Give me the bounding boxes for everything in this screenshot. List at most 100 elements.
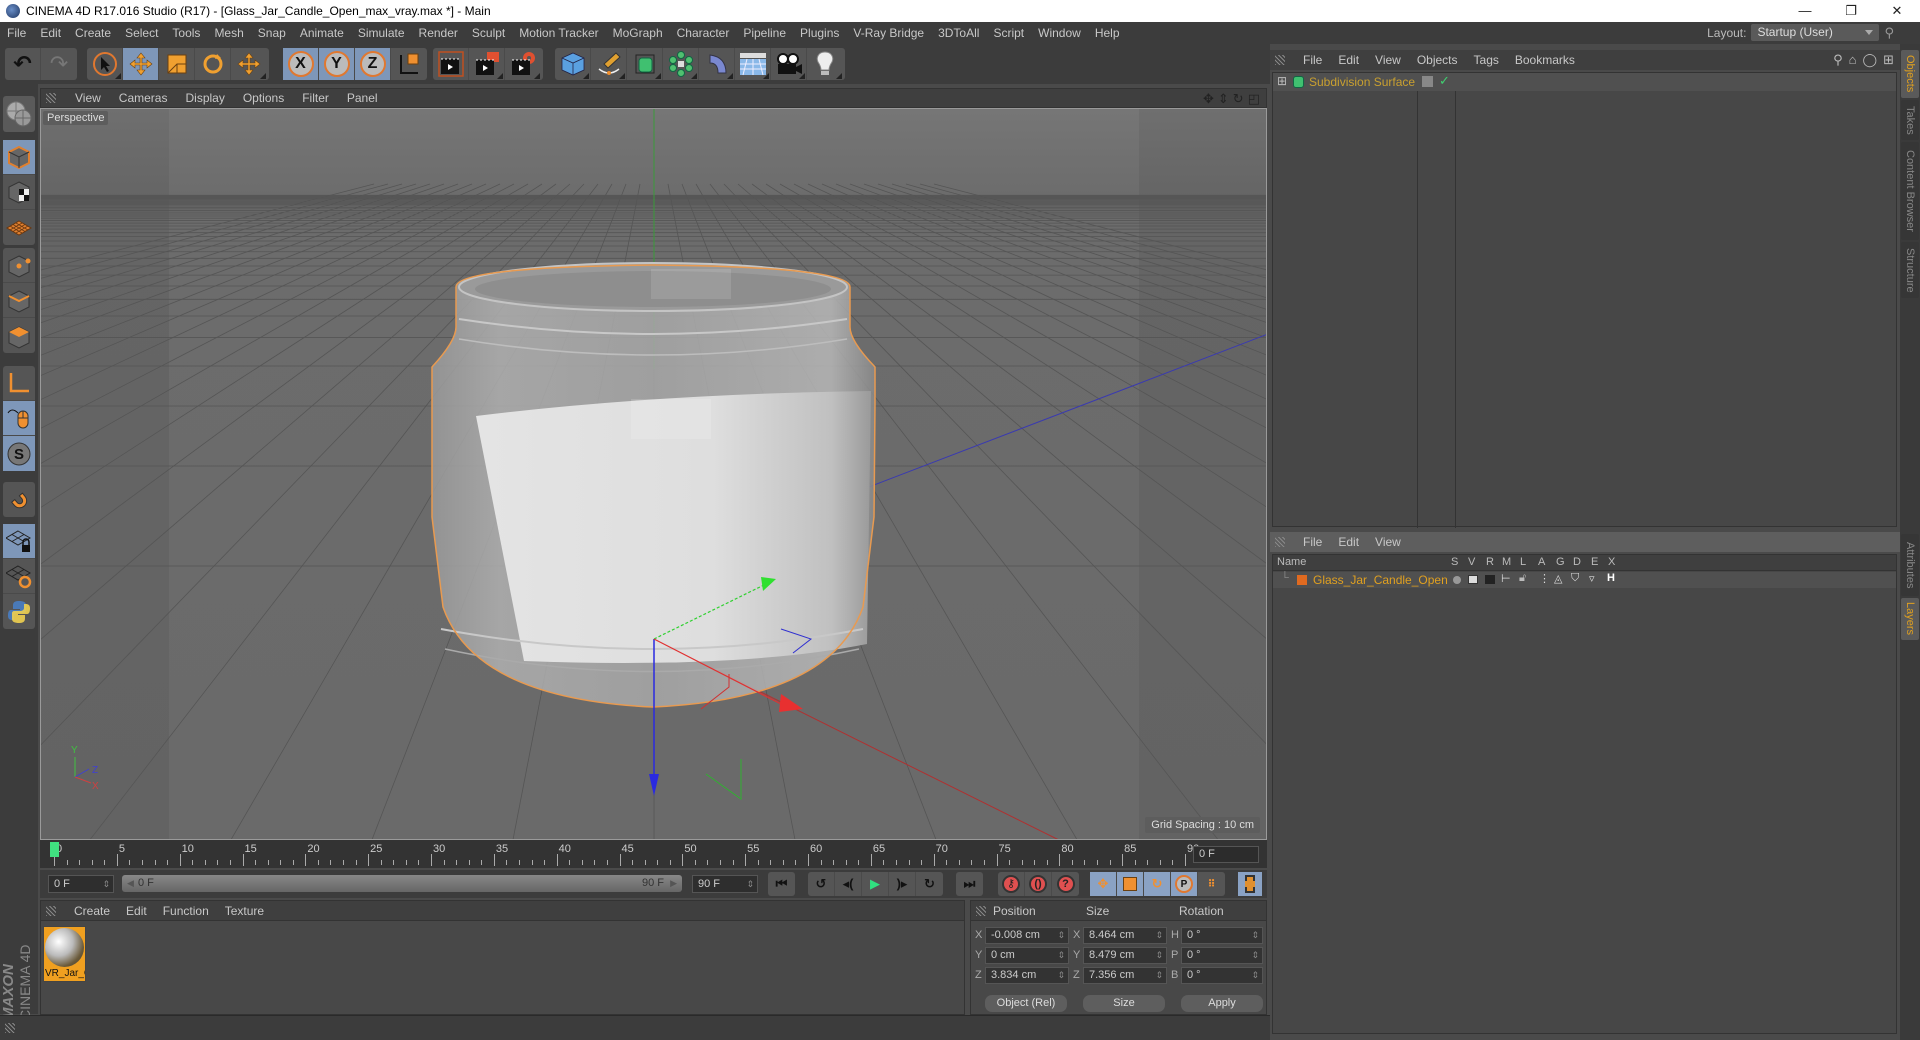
menu-simulate[interactable]: Simulate — [351, 26, 412, 40]
animation-icon[interactable]: ⋮ — [1539, 572, 1550, 585]
objects-menu-file[interactable]: File — [1295, 53, 1330, 67]
redo-button[interactable]: ↷ — [41, 48, 77, 80]
playhead[interactable] — [50, 842, 59, 857]
previous-key-button[interactable]: ↺ — [808, 872, 835, 896]
column-manager[interactable]: M — [1502, 556, 1511, 568]
frame-ruler[interactable]: 051015202530354045505560657075808590 — [48, 840, 1199, 868]
column-deformers[interactable]: D — [1573, 556, 1581, 568]
expression-cup-icon[interactable]: ▿ — [1589, 572, 1595, 585]
layers-menu-view[interactable]: View — [1367, 535, 1409, 549]
size-x-field[interactable]: 8.464 cm — [1083, 927, 1167, 944]
panel-grip[interactable] — [1275, 55, 1285, 65]
tab-attributes[interactable]: Attributes — [1901, 534, 1919, 596]
xref-icon[interactable]: H — [1607, 572, 1615, 584]
range-left-arrow-icon[interactable]: ◀ — [127, 875, 134, 892]
render-view-button[interactable] — [433, 48, 469, 80]
rotation-b-field[interactable]: 0 ° — [1181, 967, 1263, 984]
lock-icon[interactable]: 🔓︎ — [1519, 572, 1526, 585]
menu-window[interactable]: Window — [1031, 26, 1088, 40]
points-mode-button[interactable] — [3, 248, 35, 283]
material-menu-function[interactable]: Function — [155, 904, 217, 918]
viewport-menu-filter[interactable]: Filter — [293, 91, 338, 105]
spinner-icon[interactable]: ⇕ — [102, 876, 110, 892]
column-locked[interactable]: L — [1520, 556, 1526, 568]
axis-mode-button[interactable] — [3, 366, 35, 401]
generator-icon[interactable]: ◬ — [1554, 572, 1562, 585]
menu-sculpt[interactable]: Sculpt — [465, 26, 512, 40]
x-axis-lock-button[interactable]: X — [283, 48, 319, 80]
material-swatch[interactable]: VR_Jar_C — [43, 926, 86, 982]
range-right-arrow-icon[interactable]: ▶ — [670, 875, 677, 892]
tab-structure[interactable]: Structure — [1901, 242, 1919, 298]
position-y-field[interactable]: 0 cm — [985, 947, 1069, 964]
apply-button[interactable]: Apply — [1181, 995, 1263, 1012]
texture-mode-button[interactable] — [3, 175, 35, 210]
spinner-icon[interactable]: ⇕ — [746, 876, 754, 892]
panel-grip[interactable] — [976, 906, 986, 916]
transform-tool-button[interactable] — [231, 48, 267, 80]
viewport-menu-display[interactable]: Display — [176, 91, 233, 105]
floor-button[interactable] — [735, 48, 771, 80]
tab-content-browser[interactable]: Content Browser — [1901, 142, 1919, 240]
autokey-button[interactable]: () — [1025, 872, 1052, 896]
column-generators[interactable]: G — [1556, 556, 1565, 568]
menu-3dtoall[interactable]: 3DToAll — [931, 26, 986, 40]
object-tree[interactable]: ⊞ Subdivision Surface ✓ — [1272, 72, 1897, 528]
layers-menu-edit[interactable]: Edit — [1330, 535, 1367, 549]
viewport-menu-options[interactable]: Options — [234, 91, 293, 105]
size-y-field[interactable]: 8.479 cm — [1083, 947, 1167, 964]
menu-file[interactable]: File — [0, 26, 33, 40]
menu-snap[interactable]: Snap — [251, 26, 293, 40]
toggle-layout-icon[interactable]: ◰ — [1248, 91, 1260, 107]
layer-row[interactable]: └ Glass_Jar_Candle_Open ⊢ 🔓︎ ⋮ ◬ ⛉ ▿ H — [1273, 572, 1896, 588]
panel-grip[interactable] — [46, 93, 56, 103]
move-tool-button[interactable] — [123, 48, 159, 80]
visibility-toggle-icon[interactable] — [1422, 76, 1433, 87]
manager-tree-icon[interactable]: ⊢ — [1501, 572, 1511, 585]
deformer-shield-icon[interactable]: ⛉ — [1571, 572, 1579, 585]
menu-mesh[interactable]: Mesh — [207, 26, 250, 40]
panel-grip[interactable] — [5, 1023, 15, 1033]
lock-workplane-button[interactable] — [3, 524, 35, 559]
dolly-view-icon[interactable]: ⇕ — [1218, 91, 1229, 107]
light-button[interactable] — [807, 48, 843, 80]
menu-mograph[interactable]: MoGraph — [606, 26, 670, 40]
size-mode-dropdown[interactable]: Size — [1083, 995, 1165, 1012]
menu-edit[interactable]: Edit — [33, 26, 68, 40]
scale-tool-button[interactable] — [159, 48, 195, 80]
menu-help[interactable]: Help — [1088, 26, 1127, 40]
goto-start-button[interactable]: ⏮ — [768, 872, 795, 896]
layer-name[interactable]: Glass_Jar_Candle_Open — [1313, 573, 1448, 587]
polygons-mode-button[interactable] — [3, 318, 35, 353]
play-button[interactable]: ▶ — [862, 872, 889, 896]
menu-render[interactable]: Render — [412, 26, 465, 40]
orbit-view-icon[interactable]: ↻ — [1233, 91, 1244, 107]
end-frame-field[interactable]: 90 F ⇕ — [692, 875, 758, 893]
column-solo[interactable]: S — [1451, 556, 1458, 568]
record-keys-button[interactable]: ⚷ — [998, 872, 1025, 896]
tweak-mode-button[interactable] — [3, 401, 35, 436]
rotation-h-field[interactable]: 0 ° — [1181, 927, 1263, 944]
viewport-menu-view[interactable]: View — [66, 91, 110, 105]
key-position-button[interactable]: ✥ — [1090, 872, 1117, 896]
next-key-button[interactable]: ↻ — [916, 872, 943, 896]
y-axis-lock-button[interactable]: Y — [319, 48, 355, 80]
solo-dot-icon[interactable] — [1453, 576, 1461, 584]
render-clapper-icon[interactable] — [1485, 575, 1495, 584]
menu-select[interactable]: Select — [118, 26, 165, 40]
layer-color-swatch[interactable] — [1297, 575, 1307, 585]
render-to-picture-viewer-button[interactable] — [469, 48, 505, 80]
position-x-field[interactable]: -0.008 cm — [985, 927, 1069, 944]
view-eye-icon[interactable] — [1468, 575, 1478, 584]
menu-tools[interactable]: Tools — [165, 26, 207, 40]
tab-objects[interactable]: Objects — [1901, 50, 1919, 98]
edges-mode-button[interactable] — [3, 283, 35, 318]
render-settings-button[interactable] — [505, 48, 541, 80]
menu-character[interactable]: Character — [670, 26, 737, 40]
timeline-ruler[interactable]: 051015202530354045505560657075808590 0 F — [40, 840, 1267, 868]
timeline-window-button[interactable] — [1238, 872, 1262, 896]
size-z-field[interactable]: 7.356 cm — [1083, 967, 1167, 984]
cube-button[interactable] — [555, 48, 591, 80]
start-frame-field[interactable]: 0 F ⇕ — [48, 875, 114, 893]
undo-button[interactable]: ↶ — [5, 48, 41, 80]
